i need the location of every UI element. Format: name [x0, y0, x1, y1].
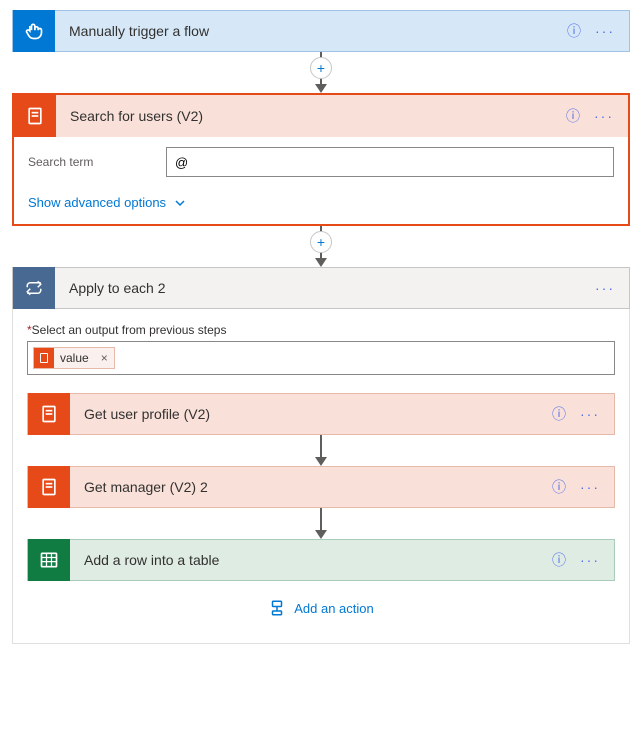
- help-icon[interactable]: ⓘ: [567, 21, 581, 41]
- connector: [27, 435, 615, 466]
- office-icon: [34, 348, 54, 368]
- apply-to-each-body: *Select an output from previous steps va…: [12, 309, 630, 644]
- chevron-down-icon: [174, 197, 186, 209]
- card-actions: ···: [581, 280, 629, 296]
- select-output-input[interactable]: value ×: [27, 341, 615, 375]
- search-users-card: Search for users (V2) ⓘ ··· Search term …: [12, 93, 630, 226]
- search-users-title: Search for users (V2): [56, 108, 552, 124]
- select-output-label: *Select an output from previous steps: [27, 323, 615, 337]
- add-action-button[interactable]: Add an action: [27, 581, 615, 623]
- get-manager-card[interactable]: Get manager (V2) 2 ⓘ ···: [27, 466, 615, 508]
- card-actions: ⓘ ···: [552, 106, 628, 126]
- card-actions: ⓘ ···: [538, 550, 614, 570]
- token-remove[interactable]: ×: [95, 351, 114, 365]
- card-actions: ⓘ ···: [538, 404, 614, 424]
- show-advanced-link[interactable]: Show advanced options: [14, 183, 628, 224]
- more-icon[interactable]: ···: [595, 280, 615, 296]
- show-advanced-label: Show advanced options: [28, 195, 166, 210]
- office-icon: [14, 95, 56, 137]
- search-term-input[interactable]: [166, 147, 614, 177]
- more-icon[interactable]: ···: [594, 108, 614, 124]
- trigger-title: Manually trigger a flow: [55, 23, 553, 39]
- add-step-button[interactable]: +: [310, 231, 332, 253]
- add-action-icon: [268, 599, 286, 617]
- help-icon[interactable]: ⓘ: [552, 550, 566, 570]
- excel-icon: [28, 539, 70, 581]
- touch-icon: [13, 10, 55, 52]
- get-user-profile-card[interactable]: Get user profile (V2) ⓘ ···: [27, 393, 615, 435]
- connector: [27, 508, 615, 539]
- help-icon[interactable]: ⓘ: [552, 477, 566, 497]
- add-row-card[interactable]: Add a row into a table ⓘ ···: [27, 539, 615, 581]
- more-icon[interactable]: ···: [580, 406, 600, 422]
- apply-to-each-header[interactable]: Apply to each 2 ···: [12, 267, 630, 309]
- get-manager-title: Get manager (V2) 2: [70, 479, 538, 495]
- get-user-profile-title: Get user profile (V2): [70, 406, 538, 422]
- office-icon: [28, 393, 70, 435]
- token-label: value: [54, 351, 95, 365]
- search-term-label: Search term: [28, 155, 158, 169]
- add-action-label: Add an action: [294, 601, 374, 616]
- trigger-card[interactable]: Manually trigger a flow ⓘ ···: [12, 10, 630, 52]
- loop-icon: [13, 267, 55, 309]
- connector: +: [12, 52, 630, 93]
- apply-to-each-container: Apply to each 2 ··· *Select an output fr…: [12, 267, 630, 644]
- more-icon[interactable]: ···: [580, 552, 600, 568]
- card-actions: ⓘ ···: [538, 477, 614, 497]
- add-row-title: Add a row into a table: [70, 552, 538, 568]
- card-actions: ⓘ ···: [553, 21, 629, 41]
- connector: +: [12, 226, 630, 267]
- help-icon[interactable]: ⓘ: [552, 404, 566, 424]
- add-step-button[interactable]: +: [310, 57, 332, 79]
- more-icon[interactable]: ···: [580, 479, 600, 495]
- apply-to-each-title: Apply to each 2: [55, 280, 581, 296]
- value-token: value ×: [33, 347, 115, 369]
- search-users-header[interactable]: Search for users (V2) ⓘ ···: [14, 95, 628, 137]
- help-icon[interactable]: ⓘ: [566, 106, 580, 126]
- office-icon: [28, 466, 70, 508]
- more-icon[interactable]: ···: [595, 23, 615, 39]
